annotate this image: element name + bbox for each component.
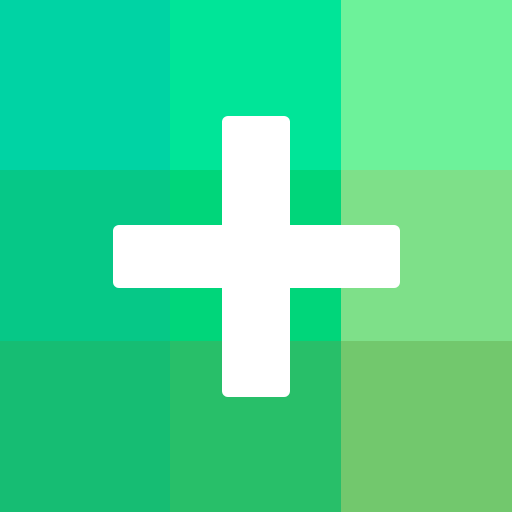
add-app-icon[interactable] xyxy=(0,0,512,512)
tile-bottom-left xyxy=(0,341,171,512)
tile-top-right xyxy=(341,0,512,171)
tile-top-left xyxy=(0,0,171,171)
tile-bottom-right xyxy=(341,341,512,512)
plus-icon-horizontal-bar xyxy=(113,225,400,288)
